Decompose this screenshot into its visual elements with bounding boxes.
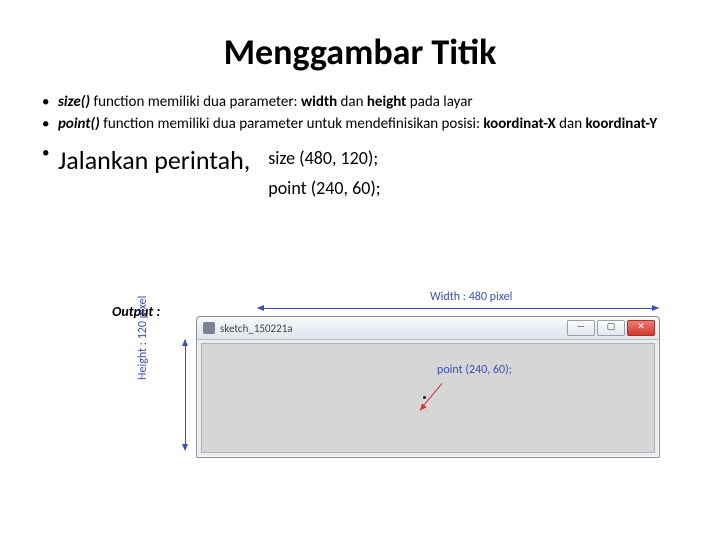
width-annotation: Width : 480 pixel — [430, 290, 512, 304]
text: pada layar — [406, 93, 472, 111]
slide-title: Menggambar Titik — [40, 30, 680, 74]
text: dan — [337, 93, 367, 111]
minimize-button[interactable]: — — [567, 320, 595, 336]
text: function memiliki dua parameter: — [90, 93, 301, 111]
param-coord-y: koordinat-Y — [586, 115, 658, 133]
point-annotation: point (240, 60); — [437, 363, 512, 377]
run-label: Jalankan perintah, — [58, 144, 250, 176]
sketch-window: sketch_150221a — ▢ ✕ point (240, 60); — [196, 316, 660, 458]
close-button[interactable]: ✕ — [627, 320, 655, 336]
app-icon — [203, 322, 215, 334]
height-arrow-icon — [185, 340, 186, 450]
bullet-list: size() function memiliki dua parameter: … — [40, 92, 680, 135]
param-width: width — [301, 93, 337, 111]
text: dan — [556, 115, 586, 133]
keyword-size: size() — [58, 93, 90, 111]
run-bullet: Jalankan perintah, — [40, 143, 250, 180]
code-line-2: point (240, 60); — [268, 173, 380, 204]
output-figure: Width : 480 pixel Height : 120 pixel ske… — [180, 290, 670, 470]
param-coord-x: koordinat-X — [483, 115, 555, 133]
keyword-point: point() — [58, 115, 100, 133]
code-line-1: size (480, 120); — [268, 143, 380, 174]
slide: Menggambar Titik size() function memilik… — [0, 0, 720, 540]
window-title: sketch_150221a — [220, 322, 567, 335]
text: function memiliki dua parameter untuk me… — [100, 115, 484, 133]
window-titlebar: sketch_150221a — ▢ ✕ — [197, 317, 659, 340]
sketch-canvas: point (240, 60); — [201, 343, 655, 453]
bullet-item-size: size() function memiliki dua parameter: … — [40, 92, 680, 112]
bullet-item-point: point() function memiliki dua parameter … — [40, 114, 680, 134]
maximize-button[interactable]: ▢ — [597, 320, 625, 336]
bullet-item-run: Jalankan perintah, — [40, 143, 250, 178]
width-arrow-icon — [258, 308, 658, 309]
height-annotation: Height : 120 pixel — [136, 296, 150, 380]
point-icon — [423, 396, 426, 399]
code-block: size (480, 120); point (240, 60); — [268, 143, 380, 204]
run-row: Jalankan perintah, size (480, 120); poin… — [40, 143, 680, 204]
param-height: height — [367, 93, 407, 111]
window-controls: — ▢ ✕ — [567, 320, 655, 336]
